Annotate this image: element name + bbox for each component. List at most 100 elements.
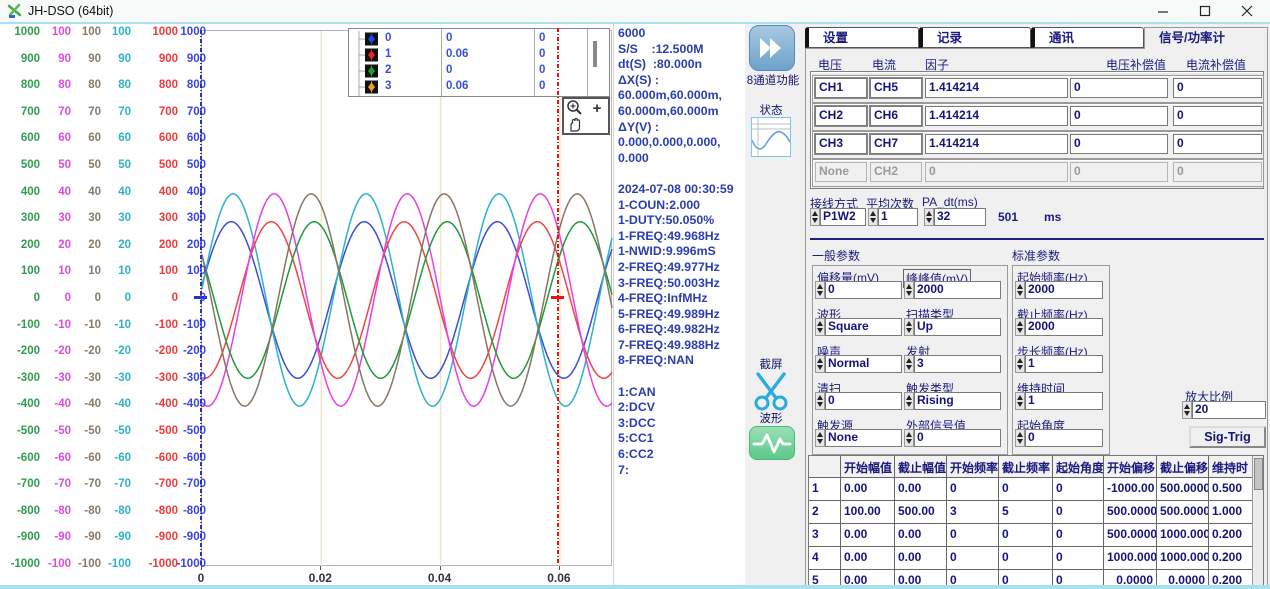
segment-cell[interactable]: 500.0000 (1157, 501, 1209, 524)
spinner-down-icon[interactable] (817, 328, 823, 333)
average-count-spinner-value[interactable]: 1 (878, 208, 918, 226)
general-param-spinner[interactable]: Rising (904, 392, 1001, 410)
general-param-spinner[interactable]: 0 (815, 392, 902, 410)
spinner-down-icon[interactable] (1017, 402, 1023, 407)
channel-current-field[interactable]: CH6 (870, 106, 922, 126)
spinner-down-icon[interactable] (817, 365, 823, 370)
spinner-up-icon[interactable] (1017, 284, 1023, 289)
spinner-down-icon[interactable] (906, 439, 912, 444)
pa-dt-spinner[interactable]: 32 (924, 208, 986, 226)
general-param-spinner[interactable]: 0 (815, 281, 902, 299)
spinner-arrows[interactable] (1015, 318, 1025, 336)
segment-cell[interactable]: 0.00 (895, 570, 947, 586)
spinner-arrows[interactable] (1015, 355, 1025, 373)
segment-cell[interactable]: 0.00 (895, 547, 947, 570)
spinner-arrows[interactable] (1015, 281, 1025, 299)
channel-factor-field[interactable]: 1.414214 (925, 134, 1068, 154)
spinner-arrows[interactable] (1182, 401, 1192, 419)
channel-v_comp-field[interactable]: 0 (1070, 106, 1168, 126)
spinner-down-icon[interactable] (1017, 328, 1023, 333)
standard-param-spinner[interactable]: 1 (1015, 392, 1103, 410)
segment-cell[interactable]: 500.00 (895, 501, 947, 524)
spinner-down-icon[interactable] (817, 439, 823, 444)
spinner-down-icon[interactable] (870, 218, 876, 223)
segment-cell[interactable]: 1000.000 (1157, 547, 1209, 570)
channel-i_comp-field[interactable]: 0 (1173, 134, 1262, 154)
channel-i_comp-field[interactable]: 0 (1173, 78, 1262, 98)
spinner-arrows[interactable] (1015, 392, 1025, 410)
spinner-up-icon[interactable] (817, 321, 823, 326)
channel-current-field[interactable]: CH7 (870, 134, 922, 154)
spinner-up-icon[interactable] (906, 432, 912, 437)
segment-cell[interactable]: 0 (999, 570, 1053, 586)
segment-cell[interactable]: 1000.000 (1104, 547, 1157, 570)
general-param-spinner[interactable]: None (815, 429, 902, 447)
standard-param-spinner-value[interactable]: 2000 (1025, 281, 1103, 299)
spinner-arrows[interactable] (904, 355, 914, 373)
segment-cell[interactable]: 0 (947, 547, 999, 570)
spinner-up-icon[interactable] (926, 211, 932, 216)
segment-cell[interactable]: 0.00 (895, 478, 947, 501)
tab-comm[interactable]: 通讯 (1031, 27, 1144, 48)
segment-cell[interactable]: 0 (999, 524, 1053, 547)
general-param-spinner-value[interactable]: 0 (914, 429, 1001, 447)
spinner-up-icon[interactable] (1017, 358, 1023, 363)
eight-channel-function-button[interactable] (749, 25, 795, 71)
spinner-arrows[interactable] (815, 355, 825, 373)
spinner-arrows[interactable] (904, 429, 914, 447)
close-button[interactable] (1232, 1, 1262, 21)
segment-cell[interactable]: 0 (1053, 501, 1104, 524)
segment-cell[interactable]: 0.00 (841, 478, 895, 501)
average-count-spinner[interactable]: 1 (868, 208, 918, 226)
spinner-down-icon[interactable] (906, 365, 912, 370)
spinner-up-icon[interactable] (870, 211, 876, 216)
general-param-spinner-value[interactable]: Normal (825, 355, 902, 373)
segment-cell[interactable]: 0 (999, 547, 1053, 570)
channel-v_comp-field[interactable]: 0 (1070, 78, 1168, 98)
segment-cell[interactable]: 0.00 (841, 524, 895, 547)
segment-cell[interactable]: 1 (809, 478, 841, 501)
spinner-arrows[interactable] (815, 392, 825, 410)
spinner-up-icon[interactable] (817, 284, 823, 289)
spinner-up-icon[interactable] (1017, 321, 1023, 326)
spinner-arrows[interactable] (815, 318, 825, 336)
segment-cell[interactable]: 0 (1053, 570, 1104, 586)
tab-settings[interactable]: 设置 (805, 27, 919, 48)
cursor-red[interactable] (557, 28, 559, 565)
spinner-up-icon[interactable] (906, 321, 912, 326)
segment-cell[interactable]: 5 (809, 570, 841, 586)
channel-voltage-field[interactable]: CH2 (815, 106, 867, 126)
channel-voltage-field[interactable]: CH1 (815, 78, 867, 98)
standard-param-spinner[interactable]: 0 (1015, 429, 1103, 447)
segment-cell[interactable]: 0.00 (841, 570, 895, 586)
general-param-spinner[interactable]: 3 (904, 355, 1001, 373)
spinner-arrows[interactable] (1015, 429, 1025, 447)
general-param-spinner-value[interactable]: 3 (914, 355, 1001, 373)
spinner-down-icon[interactable] (812, 218, 818, 223)
wiring-mode-spinner[interactable]: P1W2 (810, 208, 866, 226)
general-param-spinner-value[interactable]: None (825, 429, 902, 447)
spinner-arrows[interactable] (815, 281, 825, 299)
spinner-arrows[interactable] (904, 281, 914, 299)
segment-cell[interactable]: 0.200 (1209, 524, 1255, 547)
general-param-spinner[interactable]: 2000 (904, 281, 1001, 299)
standard-param-spinner[interactable]: 1 (1015, 355, 1103, 373)
channel-v_comp-field[interactable]: 0 (1070, 134, 1168, 154)
screenshot-button[interactable] (750, 370, 792, 412)
standard-param-spinner-value[interactable]: 1 (1025, 355, 1103, 373)
channel-i_comp-field[interactable]: 0 (1173, 106, 1262, 126)
segment-cell[interactable]: 0 (947, 524, 999, 547)
zoom-scale-spinner-value[interactable]: 20 (1192, 401, 1266, 419)
cursor-blue[interactable] (200, 30, 202, 565)
spinner-down-icon[interactable] (906, 402, 912, 407)
zoom-magnifier-icon[interactable] (566, 99, 584, 117)
segment-cell[interactable]: 0.500 (1209, 478, 1255, 501)
channel-factor-field[interactable]: 1.414214 (925, 106, 1068, 126)
spinner-arrows[interactable] (904, 318, 914, 336)
general-param-spinner-value[interactable]: Square (825, 318, 902, 336)
spinner-down-icon[interactable] (1017, 291, 1023, 296)
spinner-arrows[interactable] (924, 208, 934, 226)
spinner-arrows[interactable] (868, 208, 878, 226)
segment-cell[interactable]: 3 (809, 524, 841, 547)
wiring-mode-spinner-value[interactable]: P1W2 (820, 208, 866, 226)
